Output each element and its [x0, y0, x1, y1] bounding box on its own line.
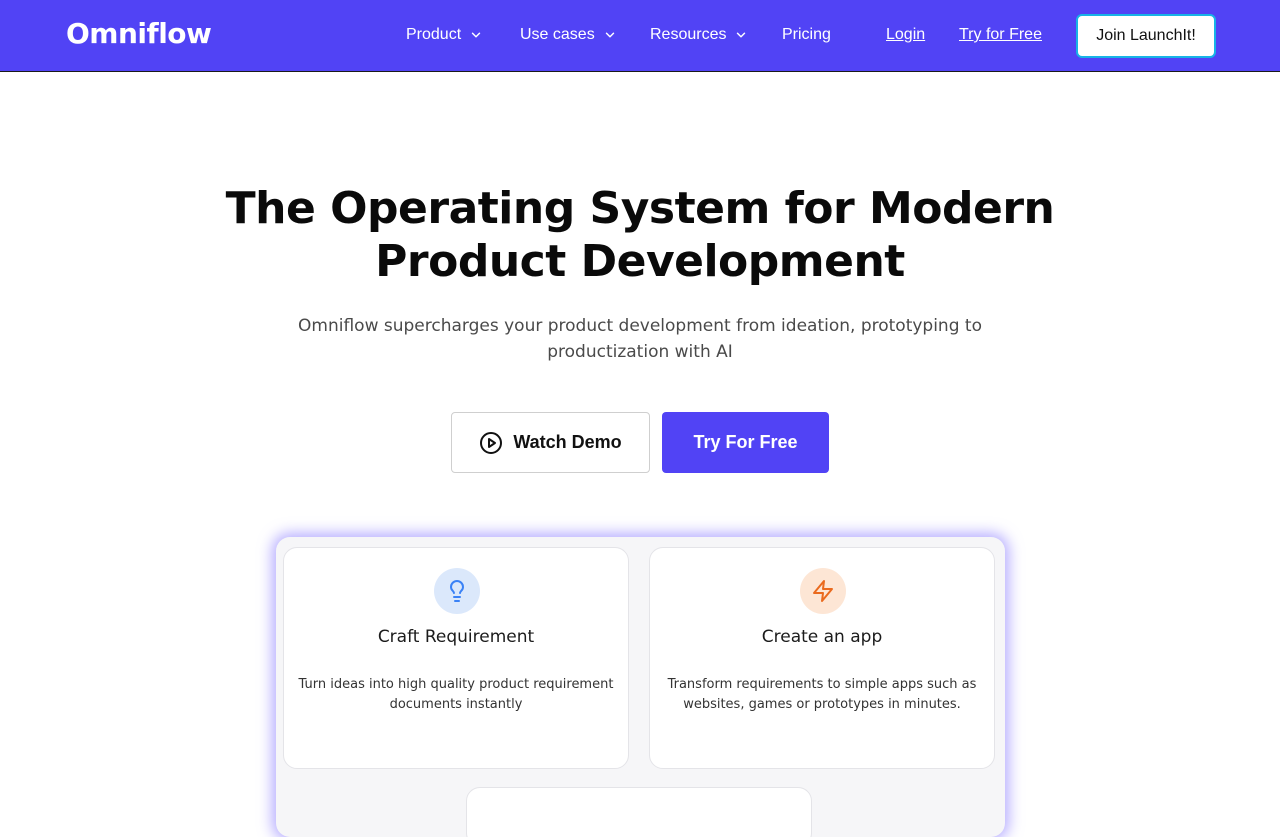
- chevron-down-icon: [737, 32, 746, 38]
- nav-item-resources[interactable]: Resources: [650, 26, 748, 44]
- login-link[interactable]: Login: [886, 26, 925, 44]
- top-navbar: Omniflow Product Use cases Resources Pri…: [0, 0, 1280, 72]
- card-title: Create an app: [761, 627, 883, 647]
- nav-item-product[interactable]: Product: [406, 26, 483, 44]
- hero-title: The Operating System for Modern Product …: [225, 183, 1055, 287]
- lightbulb-icon: [434, 568, 480, 614]
- feature-card-craft-requirement[interactable]: Craft Requirement Turn ideas into high q…: [283, 547, 629, 769]
- product-preview: Craft Requirement Turn ideas into high q…: [276, 537, 1005, 837]
- watch-demo-label: Watch Demo: [513, 432, 622, 452]
- chevron-down-icon: [471, 32, 481, 38]
- feature-card-partial[interactable]: [466, 787, 812, 837]
- feature-card-create-app[interactable]: Create an app Transform requirements to …: [649, 547, 995, 769]
- play-circle-icon: [480, 431, 503, 454]
- card-description: Transform requirements to simple apps su…: [667, 677, 977, 712]
- card-description: Turn ideas into high quality product req…: [298, 677, 614, 712]
- nav-item-use-cases[interactable]: Use cases: [520, 26, 617, 44]
- brand-logo[interactable]: Omniflow: [66, 17, 212, 50]
- try-for-free-button[interactable]: Try For Free: [662, 412, 829, 473]
- try-for-free-link[interactable]: Try for Free: [959, 26, 1042, 44]
- nav-item-label: Pricing: [782, 26, 831, 43]
- card-title: Craft Requirement: [377, 627, 535, 647]
- lightning-icon: [800, 568, 846, 614]
- watch-demo-button[interactable]: Watch Demo: [451, 412, 650, 473]
- nav-item-label: Resources: [650, 26, 727, 43]
- chevron-down-icon: [605, 32, 614, 38]
- nav-item-pricing[interactable]: Pricing: [782, 26, 831, 44]
- nav-item-label: Product: [406, 26, 462, 43]
- join-launchit-button[interactable]: Join LaunchIt!: [1076, 14, 1216, 58]
- nav-item-label: Use cases: [520, 26, 595, 43]
- hero-subtitle: Omniflow supercharges your product devel…: [298, 316, 982, 362]
